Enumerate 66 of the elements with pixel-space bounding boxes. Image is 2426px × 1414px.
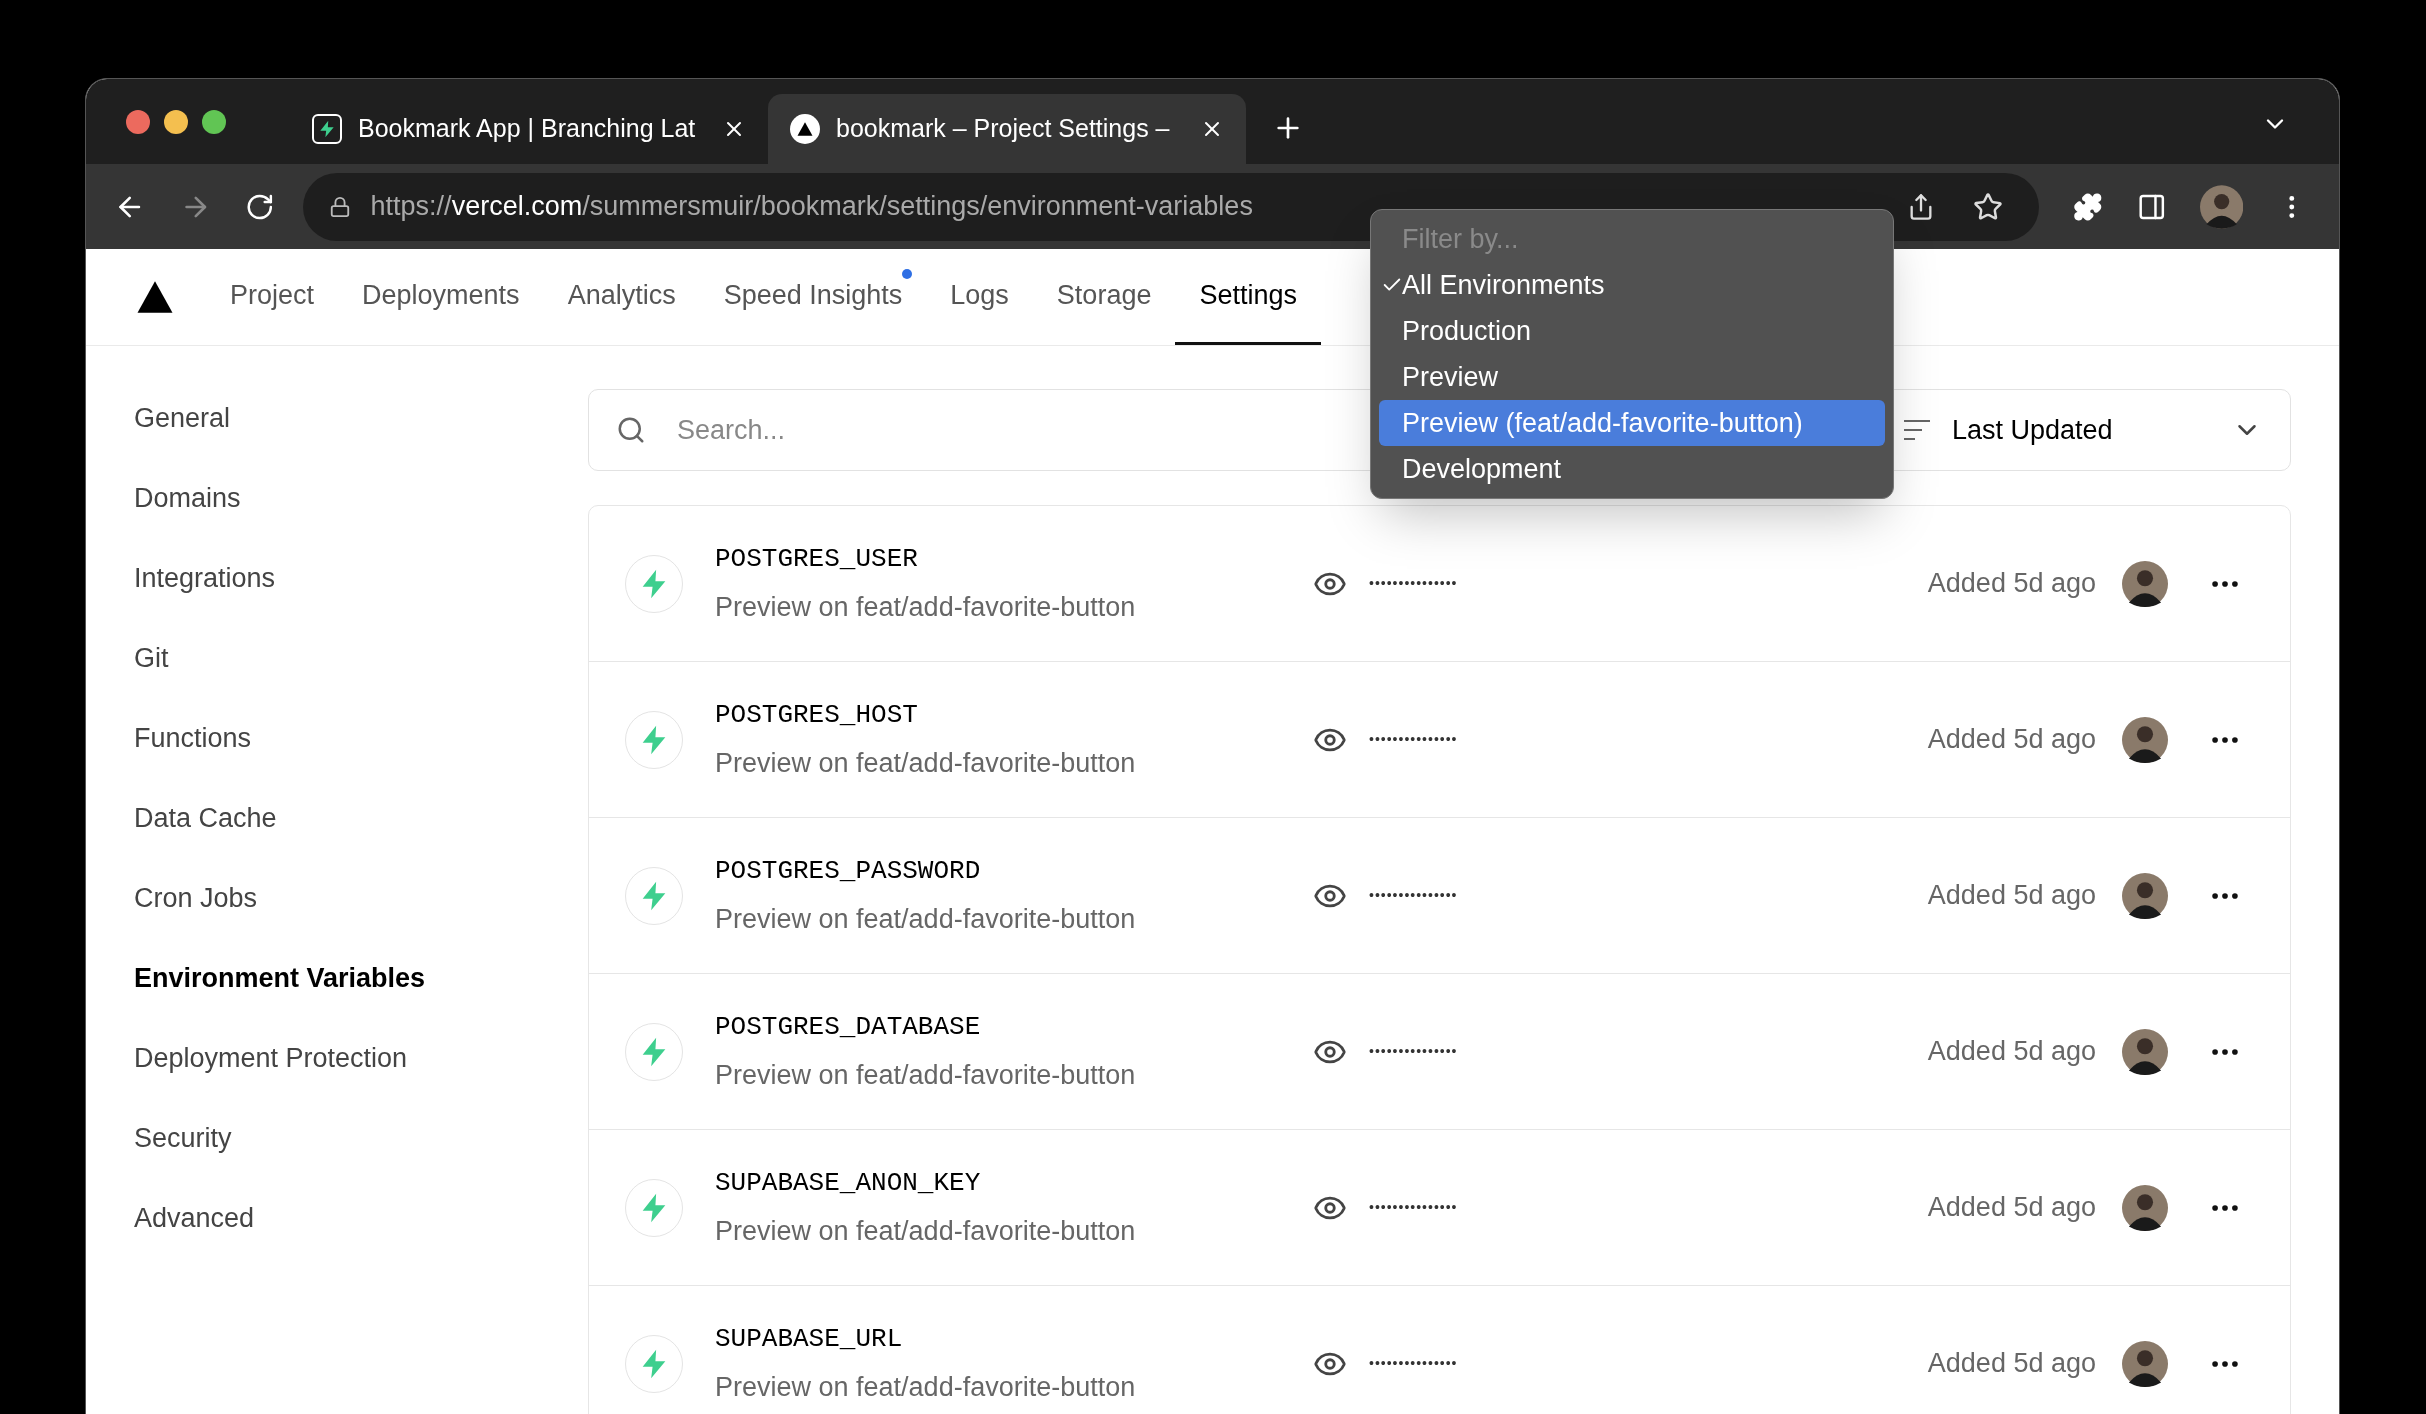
menu-item[interactable]: All Environments: [1379, 262, 1885, 308]
variable-scope: Preview on feat/add-favorite-button: [715, 746, 1137, 780]
masked-value: •••••••••••••••: [1369, 1042, 1458, 1061]
masked-value: •••••••••••••••: [1369, 574, 1458, 593]
profile-avatar: [2200, 184, 2244, 229]
variable-scope: Preview on feat/add-favorite-button: [715, 1370, 1137, 1404]
sidebar-item[interactable]: Security: [134, 1098, 588, 1178]
menu-item[interactable]: Preview (feat/add-favorite-button): [1379, 400, 1885, 446]
variable-scope: Preview on feat/add-favorite-button: [715, 590, 1137, 624]
variable-scope: Preview on feat/add-favorite-button: [715, 902, 1137, 936]
browser-tab[interactable]: Bookmark App | Branching Lat: [290, 94, 768, 164]
variable-scope: Preview on feat/add-favorite-button: [715, 1214, 1137, 1248]
sidebar-item[interactable]: Git: [134, 618, 588, 698]
sidebar-item[interactable]: Environment Variables: [134, 938, 588, 1018]
lock-icon: [328, 195, 351, 218]
nav-tab[interactable]: Deployments: [338, 249, 544, 345]
minimize-window-button[interactable]: [164, 109, 188, 134]
sidebar-item[interactable]: Domains: [134, 458, 588, 538]
user-avatar: [2122, 1340, 2168, 1387]
sidebar-item[interactable]: Data Cache: [134, 778, 588, 858]
nav-tab[interactable]: Logs: [926, 249, 1033, 345]
masked-value: •••••••••••••••: [1369, 886, 1458, 905]
nav-tab[interactable]: Storage: [1032, 249, 1176, 345]
variable-name: POSTGRES_PASSWORD: [715, 854, 982, 888]
nav-tab[interactable]: Project: [206, 249, 339, 345]
variable-name: SUPABASE_ANON_KEY: [715, 1166, 982, 1200]
sidebar-item[interactable]: Advanced: [134, 1178, 588, 1258]
sidebar-item[interactable]: Functions: [134, 698, 588, 778]
added-time: Added 5d ago: [1927, 723, 2096, 757]
bolt-favicon-icon: [312, 114, 342, 144]
tab-title: bookmark – Project Settings –: [836, 113, 1171, 145]
close-window-button[interactable]: [126, 109, 150, 134]
bookmark-star-icon[interactable]: [1973, 191, 2003, 222]
search-icon: [616, 415, 646, 445]
variable-scope: Preview on feat/add-favorite-button: [715, 1058, 1137, 1092]
added-time: Added 5d ago: [1927, 1347, 2096, 1381]
added-time: Added 5d ago: [1927, 879, 2096, 913]
nav-tab[interactable]: Speed Insights: [699, 249, 927, 345]
variable-name: POSTGRES_HOST: [715, 698, 919, 732]
browser-tab[interactable]: bookmark – Project Settings –: [768, 94, 1246, 164]
user-avatar: [2122, 872, 2168, 919]
sidebar-item[interactable]: Cron Jobs: [134, 858, 588, 938]
triangle-favicon-icon: [790, 114, 820, 144]
sort-lines-icon: [1902, 418, 1932, 442]
masked-value: •••••••••••••••: [1369, 1354, 1458, 1373]
added-time: Added 5d ago: [1927, 1191, 2096, 1225]
nav-tab[interactable]: Analytics: [543, 249, 700, 345]
sidebar-item[interactable]: Integrations: [134, 538, 588, 618]
user-avatar: [2122, 716, 2168, 763]
sidebar-item[interactable]: Deployment Protection: [134, 1018, 588, 1098]
user-avatar: [2122, 560, 2168, 607]
menu-item[interactable]: Production: [1379, 308, 1885, 354]
nav-tab[interactable]: Settings: [1175, 249, 1321, 345]
tab-title: Bookmark App | Branching Lat: [358, 113, 697, 145]
maximize-window-button[interactable]: [202, 109, 226, 134]
masked-value: •••••••••••••••: [1369, 730, 1458, 749]
variable-name: SUPABASE_URL: [715, 1322, 904, 1356]
user-avatar: [2122, 1184, 2168, 1231]
added-time: Added 5d ago: [1927, 1035, 2096, 1069]
masked-value: •••••••••••••••: [1369, 1198, 1458, 1217]
added-time: Added 5d ago: [1927, 567, 2096, 601]
variable-name: POSTGRES_DATABASE: [715, 1010, 982, 1044]
variable-name: POSTGRES_USER: [715, 542, 919, 576]
sidebar-item[interactable]: General: [134, 378, 588, 458]
extensions-icon[interactable]: [2073, 191, 2103, 222]
user-avatar: [2122, 1028, 2168, 1075]
